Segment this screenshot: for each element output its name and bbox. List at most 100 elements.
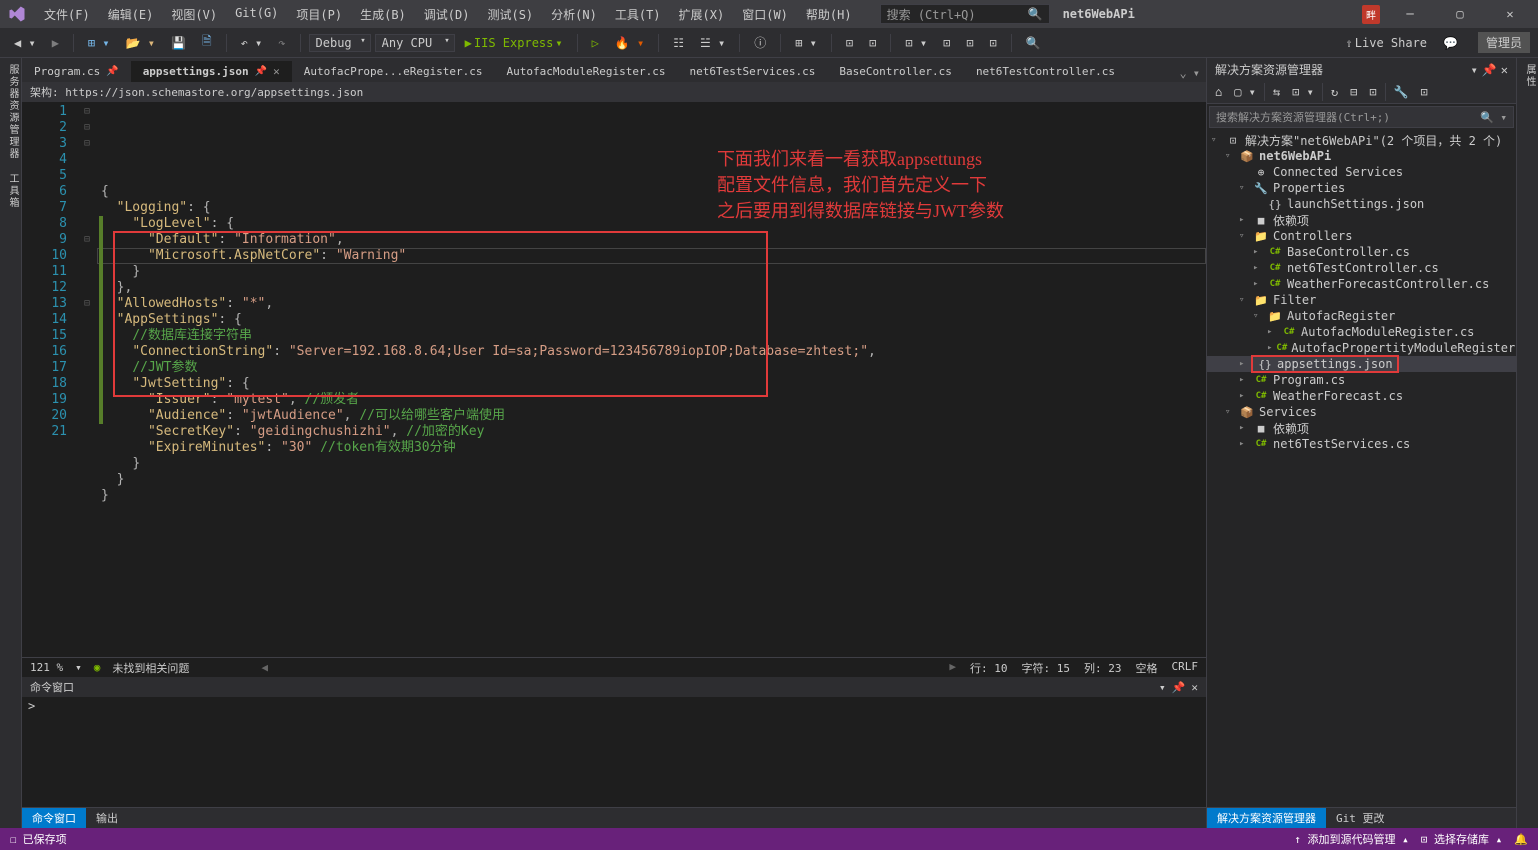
tb-btn-6[interactable]: ⊡ [863,34,882,52]
tabs-dropdown-icon[interactable]: ⌄ [1180,66,1187,80]
cmd-pin-icon[interactable]: 📌 [1172,681,1186,694]
config-dropdown[interactable]: Debug [309,34,371,52]
sol-home-button[interactable]: ⌂ [1211,83,1226,101]
tree-row[interactable]: ▿🔧Properties [1207,180,1516,196]
menu-item[interactable]: 文件(F) [36,2,98,27]
sol-bottom-tab[interactable]: 解决方案资源管理器 [1207,808,1326,828]
schema-bar[interactable]: 架构: https://json.schemastore.org/appsett… [22,82,1206,102]
sol-preview-button[interactable]: ⊡ [1417,83,1432,101]
tree-row[interactable]: ▸■依赖项 [1207,420,1516,436]
tb-btn-3[interactable]: ⓘ [748,32,772,53]
solution-search[interactable]: 搜索解决方案资源管理器(Ctrl+;) 🔍 ▾ [1209,106,1514,128]
cmd-body[interactable]: > [22,697,1206,807]
document-tab[interactable]: Program.cs📌 [22,61,131,82]
sol-btn-1[interactable]: ⇆ [1269,83,1284,101]
tree-row[interactable]: ▸C#net6TestController.cs [1207,260,1516,276]
save-all-button[interactable]: 🗎 [196,30,218,55]
document-tab[interactable]: AutofacModuleRegister.cs [495,61,678,82]
pin-icon[interactable]: 📌 [106,66,118,77]
run-button[interactable]: ▶ IIS Express ▾ [459,34,569,52]
menu-item[interactable]: 帮助(H) [798,2,860,27]
sol-properties-button[interactable]: 🔧 [1390,83,1413,101]
sol-dropdown-icon[interactable]: ▾ [1471,63,1478,77]
tb-btn-7[interactable]: ⊡ ▾ [899,34,933,52]
tree-row[interactable]: ▸C#BaseController.cs [1207,244,1516,260]
search-input[interactable]: 搜索 (Ctrl+Q) [880,4,1050,24]
tree-row[interactable]: ▸■依赖项 [1207,212,1516,228]
tree-row[interactable]: ▿📦net6WebAPi [1207,148,1516,164]
bottom-tab[interactable]: 输出 [86,808,128,828]
document-tab[interactable]: appsettings.json📌✕ [131,61,292,82]
search-icon[interactable]: 🔍 [1028,7,1043,21]
code-editor[interactable]: 123456789101112131415161718192021 ⊟⊟⊟⊟⊟ … [22,102,1206,657]
menu-item[interactable]: 扩展(X) [671,2,733,27]
bottom-tab[interactable]: 命令窗口 [22,808,86,828]
tb-btn-2[interactable]: ☱ ▾ [694,34,731,52]
tb-btn-11[interactable]: 🔍 [1020,34,1047,52]
live-share-button[interactable]: ⇪ Live Share [1340,34,1433,52]
menu-item[interactable]: 工具(T) [607,2,669,27]
side-tab-left[interactable]: 服务器资源管理器 工具箱 [0,58,22,828]
new-item-button[interactable]: ⊞ ▾ [82,34,116,52]
sol-collapse-button[interactable]: ⊟ [1346,83,1361,101]
tabs-more-icon[interactable]: ▾ [1193,66,1200,80]
tree-row[interactable]: ▸C#net6TestServices.cs [1207,436,1516,452]
issues-text[interactable]: 未找到相关问题 [112,660,189,676]
sol-refresh-button[interactable]: ↻ [1327,83,1342,101]
menu-item[interactable]: 视图(V) [163,2,225,27]
tree-row[interactable]: ⊕Connected Services [1207,164,1516,180]
hot-reload-button[interactable]: 🔥 ▾ [609,34,650,52]
sol-show-all-button[interactable]: ⊡ [1365,83,1380,101]
menu-item[interactable]: 窗口(W) [734,2,796,27]
cmd-close-icon[interactable]: ✕ [1191,681,1198,694]
close-icon[interactable]: ✕ [273,65,280,78]
tree-row[interactable]: ▸C#AutofacModuleRegister.cs [1207,324,1516,340]
side-tab-right[interactable]: 属性 [1516,58,1538,828]
menu-item[interactable]: 生成(B) [352,2,414,27]
start-no-debug-button[interactable]: ▷ [586,34,605,52]
tree-row[interactable]: ▿📁Filter [1207,292,1516,308]
sol-close-icon[interactable]: ✕ [1501,63,1508,77]
menu-item[interactable]: Git(G) [227,2,286,27]
zoom-level[interactable]: 121 % [30,661,63,674]
close-button[interactable]: ✕ [1490,0,1530,28]
maximize-button[interactable]: ▢ [1440,0,1480,28]
status-add-source[interactable]: ↑ 添加到源代码管理 ▴ [1294,831,1409,847]
nav-fwd-button[interactable]: ▶ [46,34,65,52]
tree-row[interactable]: ▿📁AutofacRegister [1207,308,1516,324]
status-select-repo[interactable]: ⊡ 选择存储库 ▴ [1421,831,1503,847]
solution-root[interactable]: ▿ ⊡ 解决方案"net6WebAPi"(2 个项目，共 2 个) [1207,132,1516,148]
indent-mode[interactable]: 空格 [1136,660,1158,676]
undo-button[interactable]: ↶ ▾ [235,34,269,52]
document-tab[interactable]: net6TestServices.cs [678,61,828,82]
tb-btn-4[interactable]: ⊞ ▾ [789,34,823,52]
tb-btn-8[interactable]: ⊡ [937,34,956,52]
tb-btn-9[interactable]: ⊡ [960,34,979,52]
tree-row[interactable]: ▸C#WeatherForecast.cs [1207,388,1516,404]
sol-views-button[interactable]: ▢ ▾ [1230,83,1260,101]
menu-item[interactable]: 调试(D) [416,2,478,27]
tree-row[interactable]: ▸C#AutofacPropertityModuleRegister.cs [1207,340,1516,356]
tree-row[interactable]: ▿📦Services [1207,404,1516,420]
tree-row[interactable]: ▸{}appsettings.json [1207,356,1516,372]
menu-item[interactable]: 编辑(E) [100,2,162,27]
tree-row[interactable]: {}launchSettings.json [1207,196,1516,212]
sol-bottom-tab[interactable]: Git 更改 [1326,808,1395,828]
sol-btn-2[interactable]: ⊡ ▾ [1288,83,1318,101]
tree-row[interactable]: ▸C#Program.cs [1207,372,1516,388]
menu-item[interactable]: 项目(P) [288,2,350,27]
minimize-button[interactable]: ─ [1390,0,1430,28]
open-button[interactable]: 📂 ▾ [120,34,161,52]
sol-pin-icon[interactable]: 📌 [1482,63,1497,77]
menu-item[interactable]: 测试(S) [479,2,541,27]
tb-btn-10[interactable]: ⊡ [984,34,1003,52]
document-tab[interactable]: AutofacPrope...eRegister.cs [292,61,495,82]
document-tab[interactable]: BaseController.cs [827,61,964,82]
tree-row[interactable]: ▸C#WeatherForecastController.cs [1207,276,1516,292]
tb-btn-5[interactable]: ⊡ [840,34,859,52]
feedback-button[interactable]: 💬 [1437,34,1464,52]
redo-button[interactable]: ↷ [272,34,291,52]
save-button[interactable]: 💾 [165,34,192,52]
menu-item[interactable]: 分析(N) [543,2,605,27]
tree-row[interactable]: ▿📁Controllers [1207,228,1516,244]
